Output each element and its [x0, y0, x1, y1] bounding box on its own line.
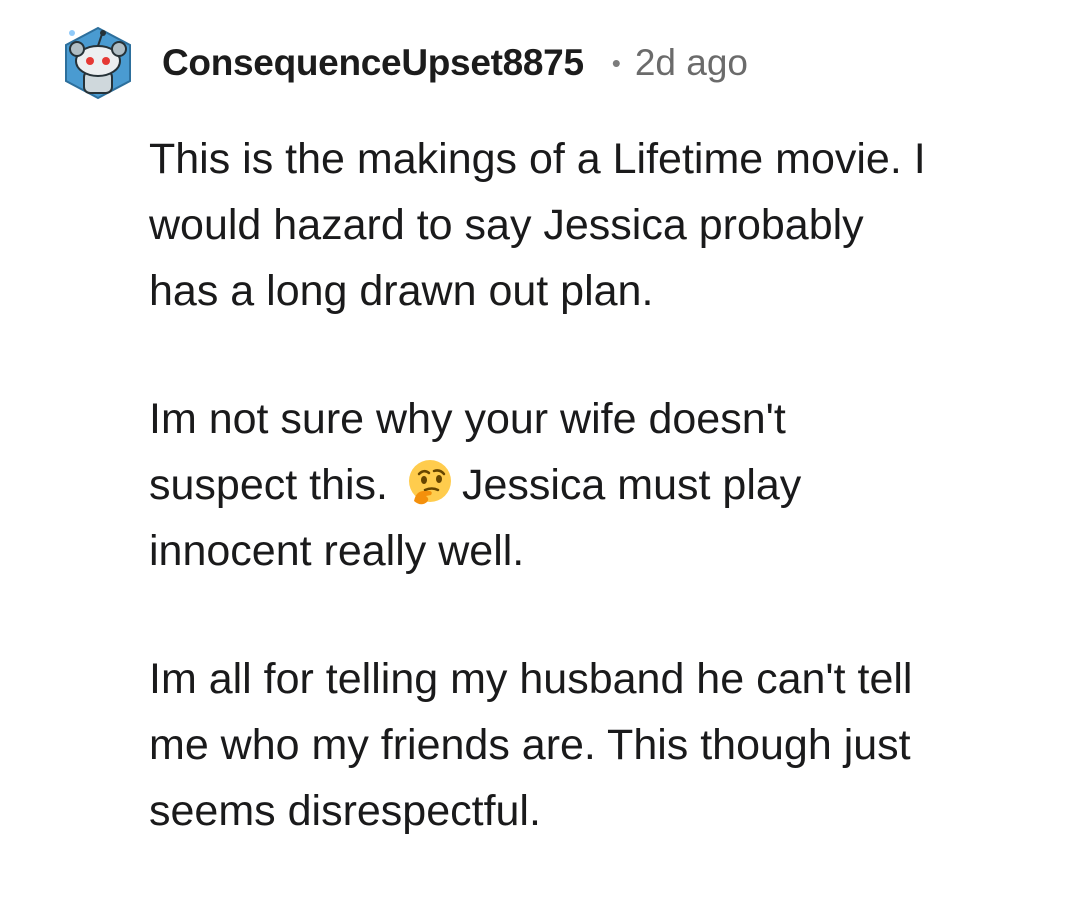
comment: ConsequenceUpset8875 • 2d ago This is th…	[0, 0, 1079, 869]
comment-body: This is the makings of a Lifetime movie.…	[149, 126, 1049, 906]
text-line: Im not sure why your wife doesn't	[149, 395, 786, 443]
comment-paragraph-1: This is the makings of a Lifetime movie.…	[149, 126, 1029, 324]
comment-timestamp: 2d ago	[634, 42, 749, 83]
snoo-avatar-icon[interactable]	[60, 25, 136, 101]
comment-paragraph-2: Im not sure why your wife doesn't suspec…	[149, 386, 1029, 584]
username-link[interactable]: ConsequenceUpset8875	[162, 42, 584, 84]
text-line: would hazard to say Jessica probably	[149, 201, 864, 249]
text-line: has a long drawn out plan.	[149, 267, 654, 315]
meta-separator: •	[611, 48, 621, 78]
text-line: me who my friends are. This though just	[149, 721, 911, 769]
text-line: Im all for telling my husband he can't t…	[149, 655, 913, 703]
text-fragment: suspect this.	[149, 461, 388, 509]
thinking-face-emoji-icon	[408, 460, 451, 505]
text-line: seems disrespectful.	[149, 787, 541, 835]
comment-paragraph-3: Im all for telling my husband he can't t…	[149, 646, 1029, 844]
comment-header: ConsequenceUpset8875 • 2d ago	[60, 20, 748, 106]
text-fragment: Jessica must play	[461, 461, 802, 509]
text-line: This is the makings of a Lifetime movie.…	[149, 135, 926, 183]
text-line-with-emoji: suspect this. Jessica must play	[149, 452, 1029, 518]
text-line: innocent really well.	[149, 527, 525, 575]
